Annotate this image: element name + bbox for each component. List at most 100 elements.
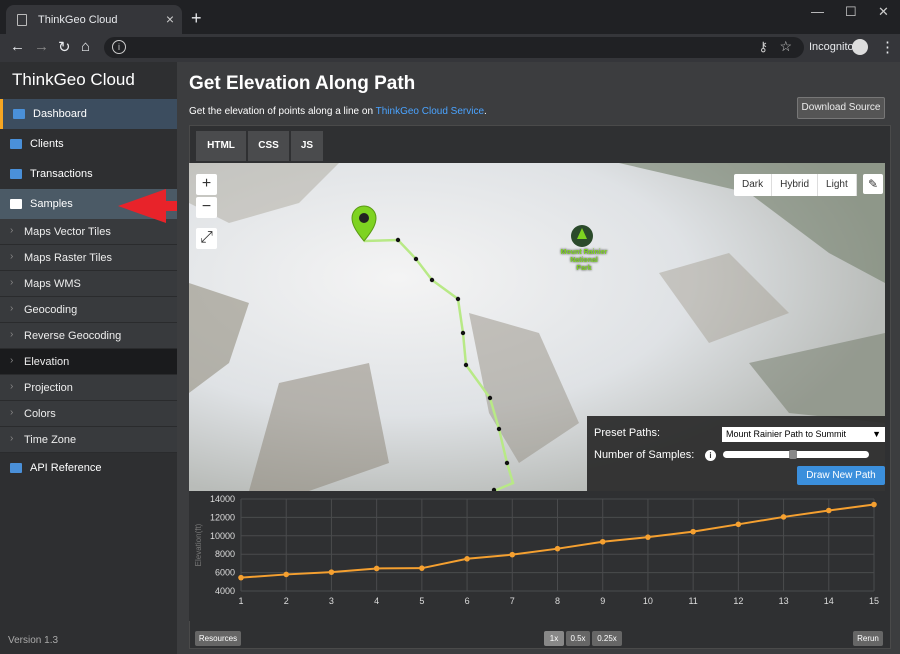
subitem-label: Time Zone [24, 434, 77, 446]
fullscreen-button[interactable]: ⤢ [196, 228, 217, 249]
close-window-icon[interactable]: ✕ [878, 4, 889, 20]
sidebar-item-api-reference[interactable]: API Reference [0, 453, 177, 483]
credit-card-icon [10, 139, 22, 149]
menu-icon[interactable]: ⋮ [880, 38, 895, 56]
draw-new-path-button[interactable]: Draw New Path [797, 466, 885, 485]
preset-select[interactable]: Mount Rainier Path to Summit ▼ [722, 427, 885, 442]
tab-title: ThinkGeo Cloud [38, 14, 118, 26]
sidebar-subitem-maps-wms[interactable]: › Maps WMS [0, 271, 177, 297]
chevron-right-icon: › [10, 303, 14, 314]
sidebar-subitem-maps-raster-tiles[interactable]: › Maps Raster Tiles [0, 245, 177, 271]
service-link[interactable]: ThinkGeo Cloud Service [376, 106, 484, 117]
puzzle-icon [10, 199, 22, 209]
elevation-data-point [554, 545, 561, 552]
sidebar-item-transactions[interactable]: Transactions [0, 159, 177, 189]
y-tick-label: 6000 [215, 568, 235, 578]
x-tick-label: 15 [869, 596, 879, 606]
browser-tab[interactable]: ThinkGeo Cloud × [6, 5, 182, 34]
reload-icon[interactable]: ↻ [58, 38, 71, 56]
sidebar-item-label: Samples [30, 198, 73, 210]
sidebar-item-dashboard[interactable]: Dashboard [0, 99, 177, 129]
speed-05x-button[interactable]: 0.5x [566, 631, 590, 646]
sidebar: ThinkGeo Cloud Dashboard Clients Transac… [0, 62, 177, 654]
back-icon[interactable]: ← [10, 38, 25, 55]
elevation-data-point [283, 571, 290, 578]
x-tick-label: 9 [600, 596, 605, 606]
x-tick-label: 12 [733, 596, 743, 606]
x-tick-label: 13 [779, 596, 789, 606]
draw-line-icon: ✎ [867, 177, 879, 191]
close-tab-icon[interactable]: × [166, 11, 174, 27]
zoom-out-button[interactable]: − [196, 197, 217, 218]
speed-025x-button[interactable]: 0.25x [592, 631, 622, 646]
speed-1x-button[interactable]: 1x [544, 631, 564, 646]
x-tick-label: 5 [419, 596, 424, 606]
sidebar-subitem-elevation[interactable]: › Elevation [0, 349, 177, 375]
elevation-data-point [825, 507, 832, 514]
info-icon[interactable]: i [112, 40, 126, 54]
y-tick-label: 4000 [215, 586, 235, 596]
info-icon[interactable]: i [705, 450, 716, 461]
description-text: Get the elevation of points along a line… [189, 106, 376, 117]
address-bar[interactable]: i ⚷ ☆ [104, 37, 804, 58]
layer-light-button[interactable]: Light [818, 174, 857, 196]
sidebar-item-clients[interactable]: Clients [0, 129, 177, 159]
sidebar-item-label: Clients [30, 138, 64, 150]
tab-html[interactable]: HTML [196, 131, 246, 161]
x-tick-label: 8 [555, 596, 560, 606]
layer-dark-button[interactable]: Dark [734, 174, 773, 196]
sidebar-subitem-geocoding[interactable]: › Geocoding [0, 297, 177, 323]
subitem-label: Colors [24, 408, 56, 420]
main-content: Get Elevation Along Path Get the elevati… [177, 62, 900, 654]
tab-css[interactable]: CSS [248, 131, 289, 161]
incognito-icon [852, 39, 868, 55]
maximize-icon[interactable]: ☐ [845, 4, 857, 20]
park-label: Mount Rainier National Park [549, 249, 619, 273]
chevron-right-icon: › [10, 225, 14, 236]
version-label: Version 1.3 [8, 635, 59, 646]
zoom-in-button[interactable]: + [196, 174, 217, 195]
elevation-data-point [735, 521, 742, 528]
description-suffix: . [484, 106, 487, 117]
sidebar-subitem-reverse-geocoding[interactable]: › Reverse Geocoding [0, 323, 177, 349]
preset-value: Mount Rainier Path to Summit [726, 429, 847, 439]
elevation-data-point [373, 565, 380, 572]
samples-label: Number of Samples: [594, 449, 695, 461]
sidebar-subitem-colors[interactable]: › Colors [0, 401, 177, 427]
x-tick-label: 1 [238, 596, 243, 606]
resources-button[interactable]: Resources [195, 631, 241, 646]
rerun-button[interactable]: Rerun [853, 631, 883, 646]
key-icon[interactable]: ⚷ [758, 39, 768, 55]
subitem-label: Reverse Geocoding [24, 330, 122, 342]
chevron-right-icon: › [10, 251, 14, 262]
park-label-line: National [570, 257, 598, 264]
chevron-right-icon: › [10, 433, 14, 444]
bottom-bar: Resources 1x 0.5x 0.25x Rerun [189, 623, 891, 649]
sidebar-item-label: API Reference [30, 462, 102, 474]
sidebar-subitem-projection[interactable]: › Projection [0, 375, 177, 401]
sidebar-subitem-time-zone[interactable]: › Time Zone [0, 427, 177, 453]
minimize-icon[interactable]: — [811, 4, 824, 19]
forward-icon[interactable]: → [34, 38, 49, 55]
samples-slider-handle[interactable] [789, 450, 798, 459]
incognito-label: Incognito [809, 41, 854, 53]
y-tick-label: 10000 [210, 531, 235, 541]
tab-js[interactable]: JS [291, 131, 323, 161]
x-tick-label: 2 [284, 596, 289, 606]
subitem-label: Maps Raster Tiles [24, 252, 113, 264]
chevron-down-icon: ▼ [872, 429, 881, 439]
star-icon[interactable]: ☆ [779, 38, 792, 55]
subitem-label: Projection [24, 382, 73, 394]
home-icon[interactable]: ⌂ [81, 38, 90, 55]
y-axis-label: Elevation(ft) [194, 523, 203, 566]
layer-hybrid-button[interactable]: Hybrid [772, 174, 819, 196]
x-tick-label: 6 [465, 596, 470, 606]
x-tick-label: 3 [329, 596, 334, 606]
download-source-button[interactable]: Download Source [797, 97, 885, 119]
map-view[interactable]: Mount Rainier National Park + − ⤢ Dark H… [189, 163, 885, 491]
chevron-right-icon: › [10, 407, 14, 418]
chevron-right-icon: › [10, 277, 14, 288]
draw-tool-button[interactable]: ✎ [863, 174, 883, 194]
new-tab-icon[interactable]: + [191, 8, 202, 29]
bar-chart-icon [10, 169, 22, 179]
